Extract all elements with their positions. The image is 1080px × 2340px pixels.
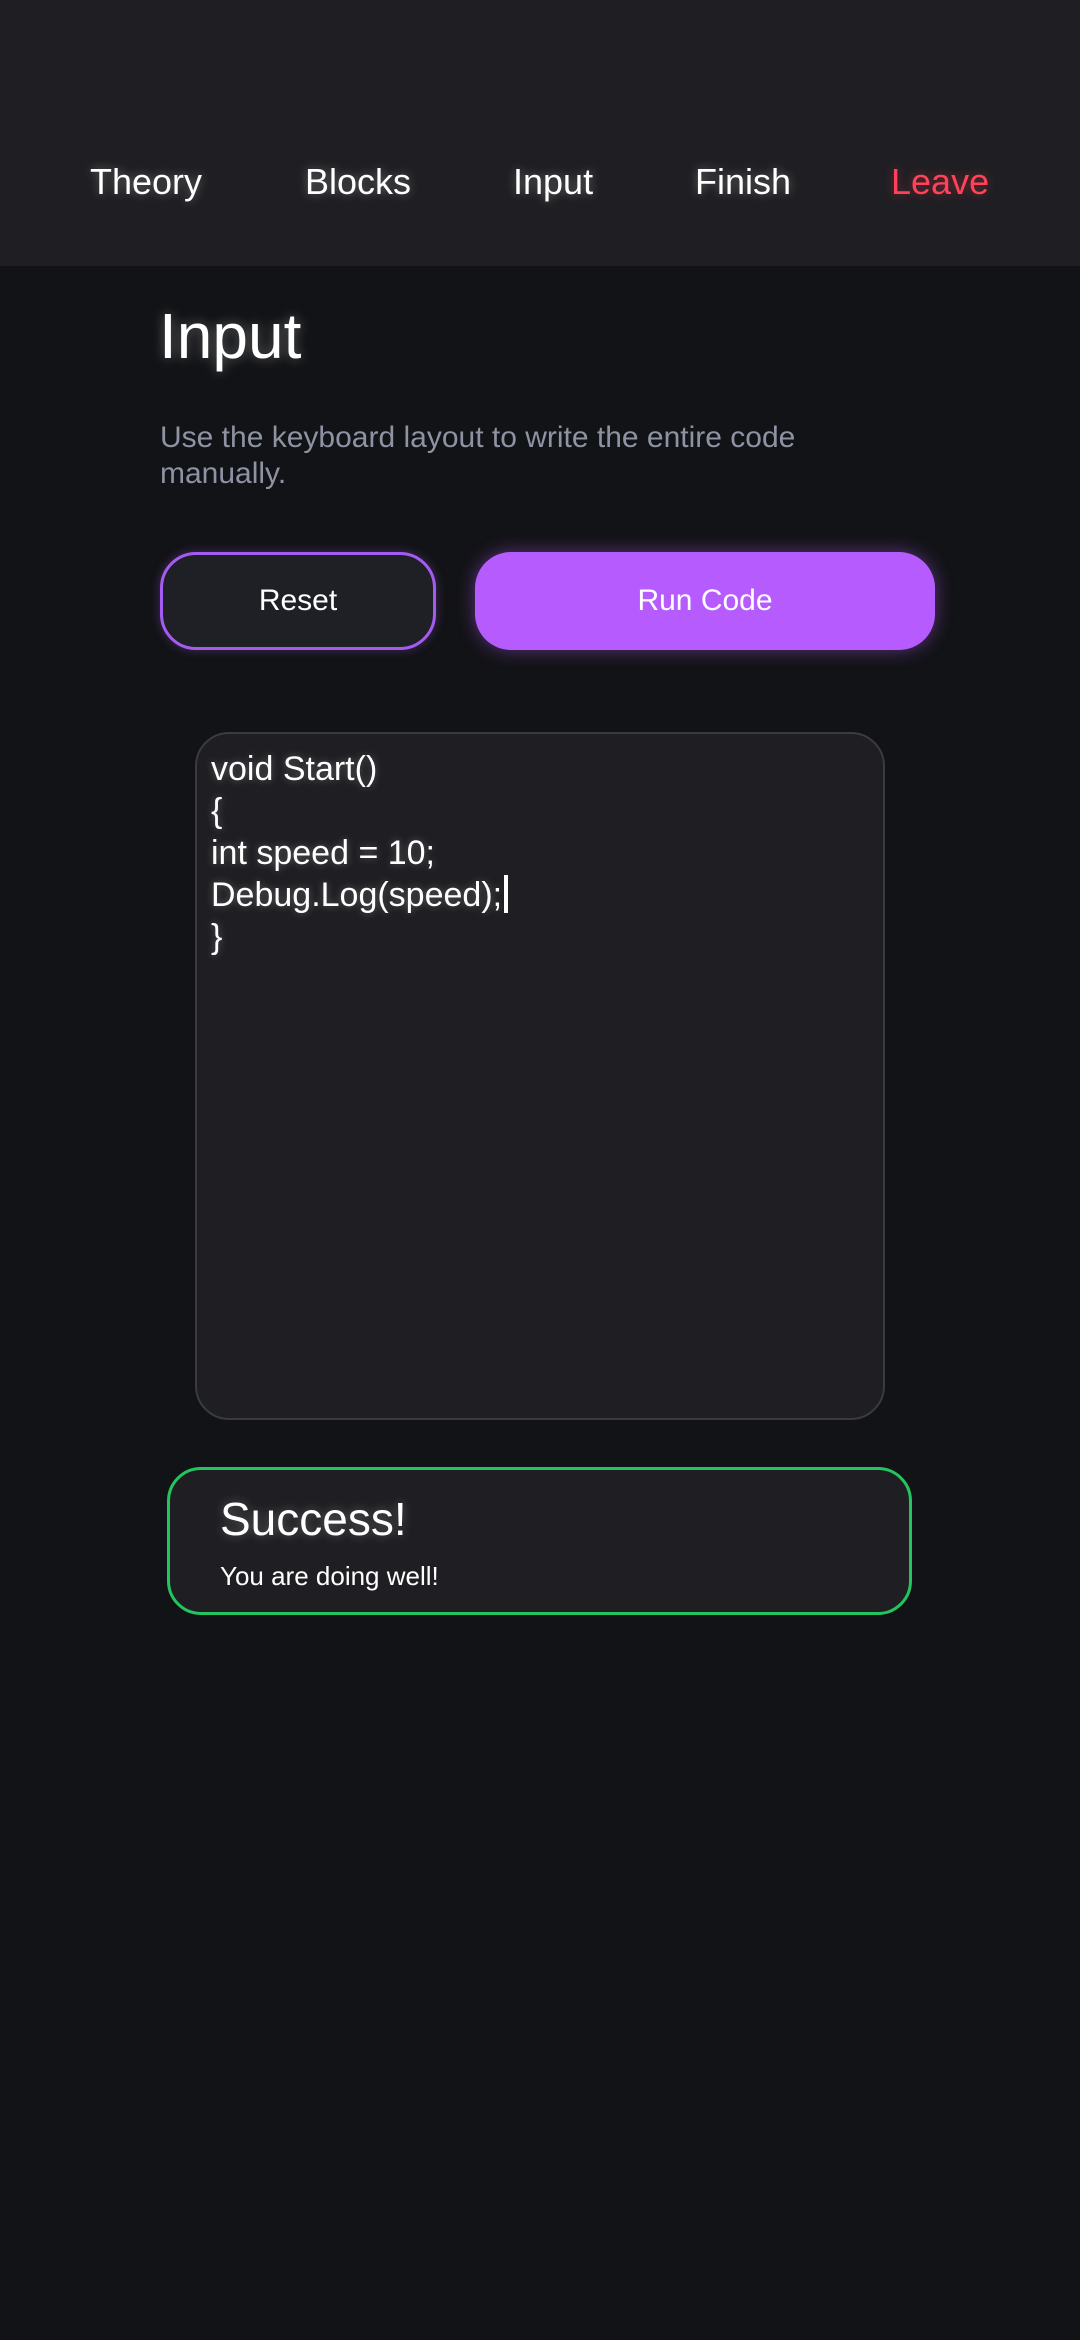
result-panel: Success! You are doing well! [167,1467,912,1615]
code-line-active: Debug.Log(speed); [211,874,869,916]
run-code-button[interactable]: Run Code [475,552,935,650]
nav-tab-input[interactable]: Input [513,152,593,212]
run-code-button-label: Run Code [637,584,773,617]
page-description: Use the keyboard layout to write the ent… [160,421,796,490]
code-editor[interactable]: void Start() { int speed = 10; Debug.Log… [195,732,885,1420]
code-line: } [211,918,223,956]
top-bar: Theory Blocks Input Finish Leave [0,0,1080,266]
reset-button[interactable]: Reset [160,552,436,650]
nav-leave-button[interactable]: Leave [891,152,989,212]
code-line: void Start() [211,750,378,788]
lesson-nav: Theory Blocks Input Finish Leave [0,152,1080,212]
result-title: Success! [220,1493,407,1545]
nav-tab-theory[interactable]: Theory [90,152,202,212]
reset-button-label: Reset [258,584,338,617]
page-title: Input [159,300,302,372]
nav-tab-finish[interactable]: Finish [695,152,791,212]
code-line: { [211,792,223,830]
result-message: You are doing well! [220,1561,439,1591]
nav-tab-blocks[interactable]: Blocks [305,152,411,212]
code-line: int speed = 10; [211,834,436,872]
code-line-text: Debug.Log(speed); [211,876,503,914]
text-caret [504,875,509,913]
